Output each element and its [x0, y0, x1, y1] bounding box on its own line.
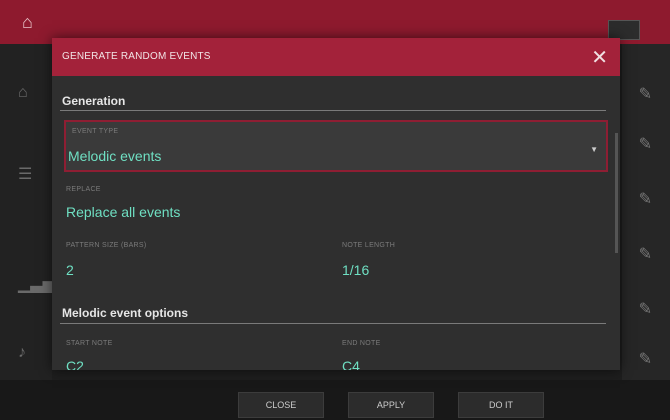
- section-title-melodic: Melodic event options: [62, 306, 189, 320]
- dialog-header: GENERATE RANDOM EVENTS ✕: [52, 38, 620, 76]
- home-icon[interactable]: ⌂: [22, 12, 33, 33]
- end-note-label: End note: [342, 340, 381, 347]
- event-type-label: Event Type: [72, 128, 119, 135]
- dialog-title: GENERATE RANDOM EVENTS: [62, 51, 211, 62]
- close-button[interactable]: CLOSE: [238, 392, 324, 418]
- bottom-bar: [0, 380, 670, 420]
- section-divider: [60, 323, 606, 324]
- replace-value[interactable]: Replace all events: [66, 204, 180, 220]
- note-length-label: Note length: [342, 242, 396, 249]
- edit-icon[interactable]: ✎: [639, 349, 652, 369]
- end-note-value[interactable]: C4: [342, 358, 360, 370]
- event-type-value: Melodic events: [68, 148, 162, 164]
- bars-icon[interactable]: ▁▃▅: [18, 274, 55, 294]
- start-note-label: Start note: [66, 340, 113, 347]
- dropdown-caret-icon: ▼: [590, 145, 598, 154]
- top-right-button[interactable]: [608, 20, 640, 40]
- section-divider: [60, 110, 606, 111]
- event-type-select[interactable]: Event Type Melodic events ▼: [64, 120, 608, 172]
- pattern-size-label: Pattern size (bars): [66, 242, 147, 249]
- right-rail: ✎ ✎ ✎ ✎ ✎ ✎: [622, 44, 670, 380]
- start-note-value[interactable]: C2: [66, 358, 84, 370]
- home-icon[interactable]: ⌂: [18, 84, 28, 102]
- generate-random-events-dialog: GENERATE RANDOM EVENTS ✕ Generation Even…: [52, 38, 620, 370]
- replace-label: Replace: [66, 186, 101, 193]
- edit-icon[interactable]: ✎: [639, 134, 652, 154]
- do-it-button[interactable]: DO IT: [458, 392, 544, 418]
- edit-icon[interactable]: ✎: [639, 84, 652, 104]
- note-icon[interactable]: ♪: [18, 344, 26, 362]
- scrollbar[interactable]: [615, 133, 618, 253]
- pattern-size-value[interactable]: 2: [66, 262, 74, 278]
- apply-button[interactable]: APPLY: [348, 392, 434, 418]
- section-title-generation: Generation: [62, 94, 126, 108]
- note-length-value[interactable]: 1/16: [342, 262, 369, 278]
- left-rail: ⌂ ☰ ▁▃▅ ♪: [0, 44, 55, 380]
- edit-icon[interactable]: ✎: [639, 244, 652, 264]
- list-icon[interactable]: ☰: [18, 164, 32, 184]
- edit-icon[interactable]: ✎: [639, 189, 652, 209]
- edit-icon[interactable]: ✎: [639, 299, 652, 319]
- close-icon[interactable]: ✕: [591, 45, 608, 70]
